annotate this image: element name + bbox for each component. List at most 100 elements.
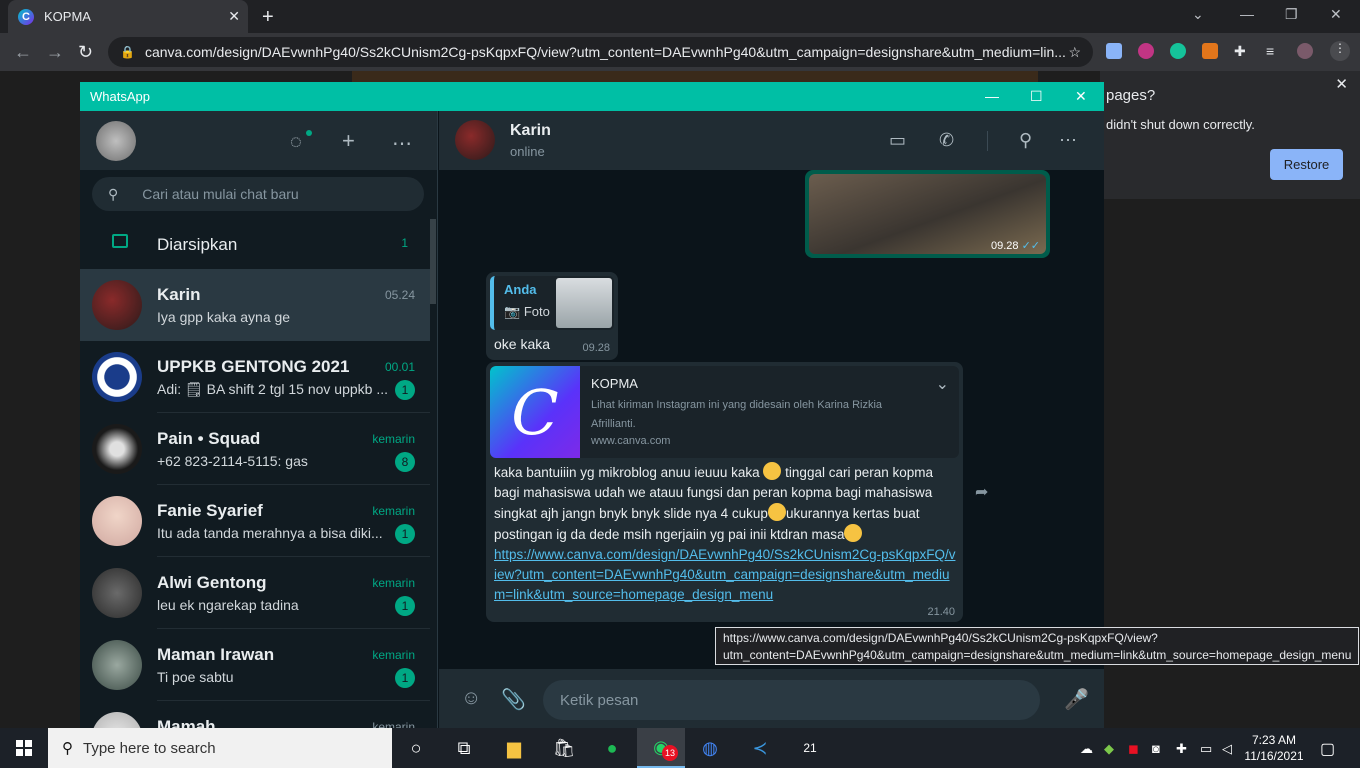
tab-search-icon[interactable]: ⌄: [1192, 6, 1204, 23]
media-control-icon[interactable]: ≡: [1266, 43, 1282, 59]
wa-minimize-button[interactable]: —: [985, 88, 999, 104]
wifi-icon[interactable]: ▭: [1200, 741, 1212, 757]
chat-item-karin[interactable]: Karin 05.24 Iya gpp kaka ayna ge: [80, 269, 430, 341]
chat-avatar: [92, 280, 142, 330]
grammarly-extension-icon[interactable]: [1170, 43, 1186, 59]
wa-maximize-button[interactable]: ☐: [1030, 88, 1043, 105]
chat-item-maman[interactable]: Maman Irawan kemarin Ti poe sabtu 1: [80, 629, 430, 701]
bookmark-star-icon[interactable]: ☆: [1068, 44, 1081, 61]
vscode-icon[interactable]: ≺: [736, 728, 784, 768]
windows-start-icon[interactable]: [16, 740, 32, 756]
browser-toolbar: ← → ↻ 🔒 canva.com/design/DAEvwnhPg40/Ss2…: [0, 33, 1360, 71]
chat-item-fanie[interactable]: Fanie Syarief kemarin Itu ada tanda mera…: [80, 485, 430, 557]
calendar-icon[interactable]: 21: [786, 728, 834, 768]
video-call-icon[interactable]: ▭: [889, 130, 906, 151]
forward-icon[interactable]: ➦: [975, 482, 988, 502]
wa-close-button[interactable]: ✕: [1075, 88, 1087, 105]
new-chat-icon[interactable]: +: [342, 128, 355, 154]
link-preview-card[interactable]: C KOPMA Lihat kiriman Instagram ini yang…: [490, 366, 959, 458]
browser-tab[interactable]: C KOPMA ✕: [8, 0, 248, 33]
chat-item-pain-squad[interactable]: Pain • Squad kemarin +62 823-2114-5115: …: [80, 413, 430, 485]
unread-badge: 1: [395, 524, 415, 544]
url-text: canva.com/design/DAEvwnhPg40/Ss2kCUnism2…: [144, 44, 1066, 60]
network-app-icon[interactable]: ◆: [1104, 741, 1114, 757]
chat-time: kemarin: [372, 576, 415, 590]
close-tab-icon[interactable]: ✕: [228, 8, 240, 25]
reload-icon[interactable]: ↻: [78, 42, 93, 63]
whatsapp-taskbar-icon[interactable]: ◉: [637, 728, 685, 768]
restore-button[interactable]: Restore: [1270, 149, 1343, 180]
quoted-message[interactable]: Anda 📷 Foto: [490, 276, 614, 330]
chat-item-mamah[interactable]: Mamah kemarin: [80, 701, 430, 728]
address-bar[interactable]: 🔒 canva.com/design/DAEvwnhPg40/Ss2kCUnis…: [108, 37, 1093, 67]
store-icon[interactable]: 🛍: [540, 728, 588, 768]
archived-chats[interactable]: Diarsipkan 1: [80, 219, 437, 269]
header-divider: [987, 131, 988, 151]
amd-icon[interactable]: ◼: [1128, 741, 1139, 757]
close-popup-icon[interactable]: ✕: [1335, 75, 1348, 93]
my-avatar[interactable]: [96, 121, 136, 161]
incoming-reply-message[interactable]: Anda 📷 Foto oke kaka 09.28: [486, 272, 618, 360]
incoming-link-message[interactable]: C KOPMA Lihat kiriman Instagram ini yang…: [486, 362, 963, 622]
chat-time: 05.24: [384, 288, 415, 302]
tray-settings-icon[interactable]: ✚: [1176, 741, 1187, 757]
conversation-menu-icon[interactable]: ⋯: [1059, 130, 1077, 151]
chat-time: kemarin: [372, 432, 415, 446]
search-messages-icon[interactable]: ⚲: [1019, 130, 1032, 151]
taskbar-search-placeholder: Type here to search: [83, 739, 216, 757]
spotify-icon[interactable]: ●: [588, 728, 636, 768]
onedrive-icon[interactable]: ☁: [1080, 741, 1093, 757]
taskbar-search[interactable]: ⚲ Type here to search: [48, 728, 392, 768]
security-icon[interactable]: ◙: [1152, 741, 1160, 756]
task-view-icon[interactable]: ⧉: [440, 728, 488, 768]
metamask-extension-icon[interactable]: [1202, 43, 1218, 59]
conversation-header[interactable]: Karin online ▭ ✆ ⚲ ⋯: [439, 111, 1104, 170]
back-icon[interactable]: ←: [14, 42, 32, 63]
extensions-puzzle-icon[interactable]: ✚: [1234, 43, 1250, 59]
message-link[interactable]: https://www.canva.com/design/DAEvwnhPg40…: [494, 547, 955, 602]
chat-preview: Iya gpp kaka ayna ge: [157, 309, 291, 325]
restore-message: didn't shut down correctly.: [1106, 117, 1255, 132]
forward-icon[interactable]: →: [46, 42, 64, 63]
chat-name: UPPKB GENTONG 2021: [157, 357, 350, 376]
voice-call-icon[interactable]: ✆: [939, 130, 954, 151]
taskbar-clock[interactable]: 7:23 AM 11/16/2021: [1244, 732, 1304, 764]
chat-avatar: [92, 640, 142, 690]
attach-icon[interactable]: 📎: [501, 687, 526, 712]
restore-window-button[interactable]: ❐: [1285, 6, 1298, 23]
cortana-icon[interactable]: ○: [392, 728, 440, 768]
status-icon[interactable]: ◌: [290, 131, 302, 154]
smile-emoji-icon: [844, 524, 863, 542]
new-tab-button[interactable]: +: [262, 6, 274, 29]
volume-icon[interactable]: ◁: [1222, 741, 1232, 757]
camera-icon: 📷: [504, 304, 521, 319]
menu-dots-icon[interactable]: ⋯: [392, 131, 412, 156]
archive-icon: [112, 234, 128, 248]
chrome-icon[interactable]: ◍: [686, 728, 734, 768]
outgoing-photo-message[interactable]: 09.28 ✓✓: [805, 170, 1050, 258]
chrome-menu-icon[interactable]: ⋮: [1330, 41, 1350, 61]
chat-name: Maman Irawan: [157, 645, 275, 664]
chat-item-uppkb[interactable]: UPPKB GENTONG 2021 00.01 Adi: 🗒 BA shift…: [80, 341, 430, 413]
whatsapp-window-title: WhatsApp: [90, 89, 150, 104]
close-window-button[interactable]: ✕: [1330, 6, 1342, 23]
docs-extension-icon[interactable]: [1106, 43, 1122, 59]
message-input[interactable]: Ketik pesan: [543, 680, 1040, 720]
minimize-button[interactable]: —: [1240, 6, 1254, 22]
message-placeholder: Ketik pesan: [560, 691, 639, 709]
search-input[interactable]: ⚲ Cari atau mulai chat baru: [92, 177, 424, 211]
microphone-icon[interactable]: 🎤: [1064, 687, 1089, 712]
sidebar-scrollbar[interactable]: [430, 219, 436, 304]
chevron-down-icon[interactable]: ⌄: [936, 374, 949, 394]
read-ticks-icon: ✓✓: [1021, 240, 1040, 252]
instagram-extension-icon[interactable]: [1138, 43, 1154, 59]
notifications-icon[interactable]: ▢: [1320, 739, 1335, 759]
file-explorer-icon[interactable]: ▆: [490, 728, 538, 768]
restore-title: pages?: [1106, 87, 1156, 104]
chat-item-alwi[interactable]: Alwi Gentong kemarin leu ek ngarekap tad…: [80, 557, 430, 629]
unread-badge: 1: [395, 596, 415, 616]
contact-avatar[interactable]: [455, 120, 495, 160]
profile-avatar[interactable]: [1297, 43, 1313, 59]
quote-photo-thumbnail: [556, 278, 612, 328]
emoji-icon[interactable]: ☺: [461, 687, 481, 710]
